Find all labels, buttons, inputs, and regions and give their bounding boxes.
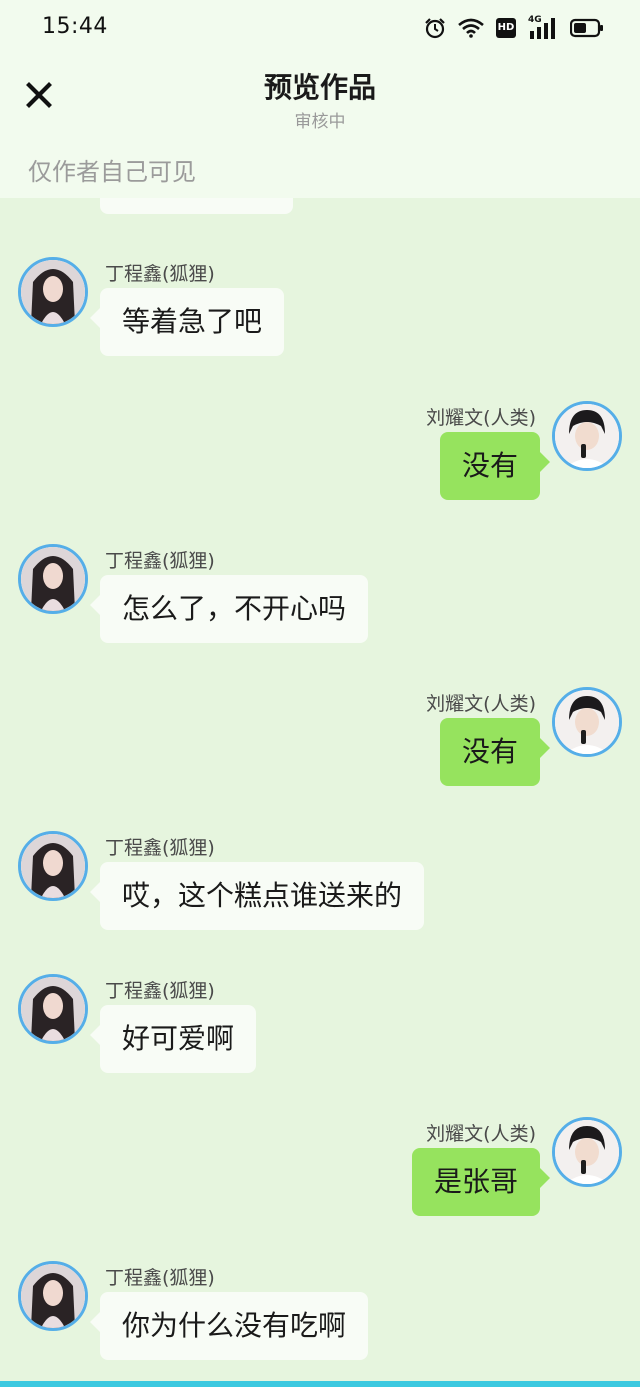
signal-4g-icon: 4G (528, 15, 558, 39)
page-title: 预览作品 (263, 71, 376, 104)
review-status: 审核中 (294, 112, 346, 132)
alarm-icon (424, 17, 446, 39)
sender-name: 丁程鑫(狐狸) (105, 263, 215, 285)
sender-name: 丁程鑫(狐狸) (105, 837, 215, 859)
status-bar: 15:44 HD 4G (0, 0, 640, 56)
message-bubble[interactable]: 你为什么没有吃啊 (89, 1292, 369, 1360)
avatar[interactable] (18, 1261, 88, 1331)
status-time: 15:44 (42, 14, 108, 39)
message-bubble[interactable]: 没有 (439, 718, 551, 786)
avatar[interactable] (552, 687, 622, 757)
avatar[interactable] (18, 831, 88, 901)
hd-icon: HD (496, 18, 516, 38)
message-bubble[interactable]: 是张哥 (411, 1148, 551, 1216)
avatar[interactable] (18, 974, 88, 1044)
sender-name: 刘耀文(人类) (426, 407, 536, 429)
avatar[interactable] (18, 544, 88, 614)
message-bubble[interactable]: 好可爱啊 (89, 1005, 257, 1073)
sender-name: 丁程鑫(狐狸) (105, 980, 215, 1002)
message-bubble[interactable]: 哎，这个糕点谁送来的 (89, 862, 425, 930)
message-bubble[interactable]: 怎么了，不开心吗 (89, 575, 369, 643)
chat-area[interactable]: 丁程鑫(狐狸) 等着急了吧 刘耀文(人类) 没有 丁程鑫(狐狸) 怎么了，不开心… (0, 0, 640, 1387)
sender-name: 刘耀文(人类) (426, 1123, 536, 1145)
message-bubble[interactable]: 等着急了吧 (89, 288, 285, 356)
avatar[interactable] (552, 401, 622, 471)
avatar[interactable] (552, 1117, 622, 1187)
top-header: 15:44 HD 4G 预览作品 审核中 仅作者自己可见 (0, 0, 640, 198)
preview-screen: 丁程鑫(狐狸) 等着急了吧 刘耀文(人类) 没有 丁程鑫(狐狸) 怎么了，不开心… (0, 0, 640, 1387)
message-bubble[interactable]: 没有 (439, 432, 551, 500)
sender-name: 丁程鑫(狐狸) (105, 550, 215, 572)
visibility-note: 仅作者自己可见 (28, 158, 196, 186)
wifi-icon (458, 18, 484, 38)
status-icons: HD 4G (424, 14, 604, 42)
bottom-bar (0, 1381, 640, 1387)
avatar[interactable] (18, 257, 88, 327)
sender-name: 刘耀文(人类) (426, 693, 536, 715)
sender-name: 丁程鑫(狐狸) (105, 1267, 215, 1289)
battery-icon (570, 18, 604, 38)
